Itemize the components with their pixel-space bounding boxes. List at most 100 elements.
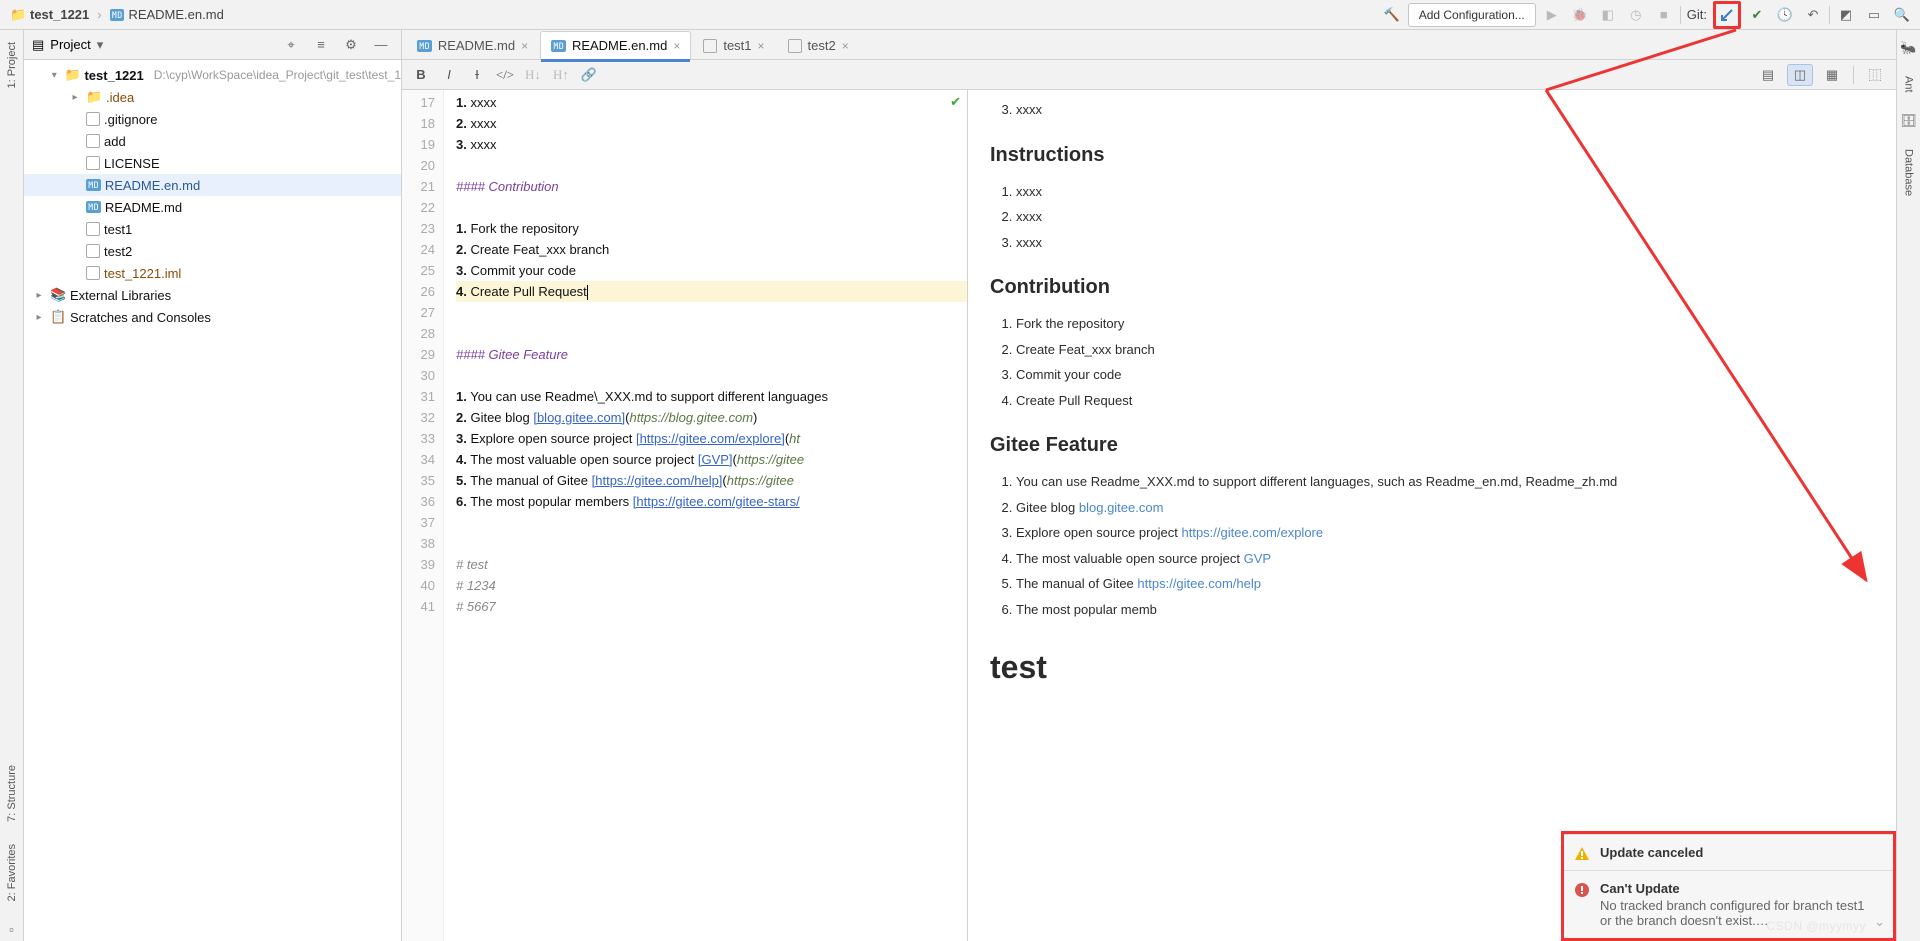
inspections-ok-icon[interactable]: ✔ [950,94,961,110]
code-line[interactable]: 4. Create Pull Request [456,281,967,302]
tree-node-scratches[interactable]: ▸📋Scratches and Consoles [24,306,401,328]
code-line[interactable]: # 1234 [456,575,967,596]
git-revert-icon[interactable]: ↶ [1801,3,1825,27]
tree-node-ext_lib[interactable]: ▸📚External Libraries [24,284,401,306]
ant-tool-icon[interactable]: 🐜 [1897,36,1920,60]
expand-all-icon[interactable]: ≡ [309,33,333,57]
code-line[interactable]: 1. xxxx [456,92,967,113]
code-line[interactable] [456,533,967,554]
tree-node[interactable]: MDREADME.en.md [24,174,401,196]
editor-only-view-icon[interactable]: ▤ [1755,64,1781,86]
run-icon[interactable]: ▶ [1540,3,1564,27]
split-view-icon[interactable]: ◫ [1787,64,1813,86]
tree-node[interactable]: test2 [24,240,401,262]
code-line[interactable] [456,512,967,533]
build-hammer-icon[interactable]: 🔨 [1380,3,1404,27]
tool-window-menu-icon[interactable]: ▫ [0,917,24,941]
close-tab-icon[interactable]: × [673,39,680,53]
database-tool-icon[interactable]: 🗄 [1897,109,1920,133]
project-view-dropdown[interactable]: ▾ [97,37,104,53]
preview-link[interactable]: blog.gitee.com [1079,500,1164,515]
code-line[interactable]: 2. Create Feat_xxx branch [456,239,967,260]
code-line[interactable] [456,365,967,386]
tree-node[interactable]: LICENSE [24,152,401,174]
code-line[interactable] [456,197,967,218]
editor-tab[interactable]: test2× [777,31,860,59]
expand-notification-icon[interactable]: ⌄ [1874,914,1885,930]
favorites-tool-tab[interactable]: 2: Favorites [4,838,20,907]
tree-node[interactable]: test_1221.iml [24,262,401,284]
code-icon[interactable]: </> [494,64,516,86]
markdown-icon: MD [86,201,101,213]
ide-layout-icon[interactable]: ▭ [1862,3,1886,27]
tree-node[interactable]: test1 [24,218,401,240]
coverage-icon[interactable]: ◧ [1596,3,1620,27]
git-commit-icon[interactable]: ✔ [1745,3,1769,27]
close-tab-icon[interactable]: × [758,39,765,53]
breadcrumb-file[interactable]: MD README.en.md [106,5,228,24]
code-line[interactable]: 5. The manual of Gitee [https://gitee.co… [456,470,967,491]
close-tab-icon[interactable]: × [842,39,849,53]
close-tab-icon[interactable]: × [521,39,528,53]
notification-update-canceled[interactable]: Update canceled [1564,834,1893,870]
search-everywhere-icon[interactable]: 🔍 [1890,3,1914,27]
top-toolbar: 📁 test_1221 › MD README.en.md 🔨 Add Conf… [0,0,1920,30]
structure-tool-tab[interactable]: 7: Structure [4,759,20,828]
gear-icon[interactable]: ⚙ [339,33,363,57]
tree-node[interactable]: MDREADME.md [24,196,401,218]
code-line[interactable]: 2. Gitee blog [blog.gitee.com](https://b… [456,407,967,428]
heading-up-icon[interactable]: H↑ [550,64,572,86]
breadcrumb-root[interactable]: 📁 test_1221 [6,5,93,25]
code-line[interactable]: 6. The most popular members [https://git… [456,491,967,512]
project-tree[interactable]: ▾📁test_1221D:\cyp\WorkSpace\idea_Project… [24,60,401,941]
code-line[interactable]: #### Gitee Feature [456,344,967,365]
preview-link[interactable]: https://gitee.com/explore [1181,525,1323,540]
hide-panel-icon[interactable]: — [369,33,393,57]
bold-icon[interactable]: B [410,64,432,86]
file-icon [788,39,802,53]
editor-tab[interactable]: MDREADME.en.md× [540,31,691,59]
tree-node[interactable]: .gitignore [24,108,401,130]
code-line[interactable]: 3. xxxx [456,134,967,155]
preview-link[interactable]: GVP [1244,551,1271,566]
git-history-icon[interactable]: 🕓 [1773,3,1797,27]
code-line[interactable]: # 5667 [456,596,967,617]
italic-icon[interactable]: I [438,64,460,86]
code-line[interactable]: 2. xxxx [456,113,967,134]
project-tool-tab[interactable]: 1: Project [4,36,20,94]
ide-settings-icon[interactable]: ◩ [1834,3,1858,27]
heading-down-icon[interactable]: H↓ [522,64,544,86]
profile-icon[interactable]: ◷ [1624,3,1648,27]
code-line[interactable]: 1. Fork the repository [456,218,967,239]
code-line[interactable]: 4. The most valuable open source project… [456,449,967,470]
preview-list-item: You can use Readme_XXX.md to support dif… [1016,472,1874,492]
side-by-side-icon[interactable]: ⿲ [1862,64,1888,86]
tree-root[interactable]: ▾📁test_1221D:\cyp\WorkSpace\idea_Project… [24,64,401,86]
link-icon[interactable]: 🔗 [578,64,600,86]
code-line[interactable] [456,323,967,344]
code-line[interactable]: 3. Explore open source project [https://… [456,428,967,449]
code-line[interactable]: 3. Commit your code [456,260,967,281]
code-line[interactable]: 1. You can use Readme\_XXX.md to support… [456,386,967,407]
editor-tab[interactable]: MDREADME.md× [406,31,539,59]
preview-only-view-icon[interactable]: ▦ [1819,64,1845,86]
stop-icon[interactable]: ■ [1652,3,1676,27]
line-gutter: 1718192021222324252627282930313233343536… [402,90,444,941]
ant-tool-tab[interactable]: Ant [1901,70,1917,99]
git-update-button[interactable] [1713,1,1741,29]
database-tool-tab[interactable]: Database [1901,143,1917,202]
tree-node[interactable]: ▸📁.idea [24,86,401,108]
tree-node[interactable]: add [24,130,401,152]
code-line[interactable] [456,155,967,176]
debug-icon[interactable]: 🐞 [1568,3,1592,27]
code-line[interactable]: # test [456,554,967,575]
strike-icon[interactable]: I [466,64,488,86]
code-line[interactable] [456,302,967,323]
add-configuration-button[interactable]: Add Configuration... [1408,3,1536,27]
code-editor[interactable]: 1718192021222324252627282930313233343536… [402,90,968,941]
code-line[interactable]: #### Contribution [456,176,967,197]
locate-icon[interactable]: ⌖ [279,33,303,57]
editor-tabs: MDREADME.md×MDREADME.en.md×test1×test2× [402,30,1896,60]
editor-tab[interactable]: test1× [692,31,775,59]
preview-link[interactable]: https://gitee.com/help [1137,576,1261,591]
